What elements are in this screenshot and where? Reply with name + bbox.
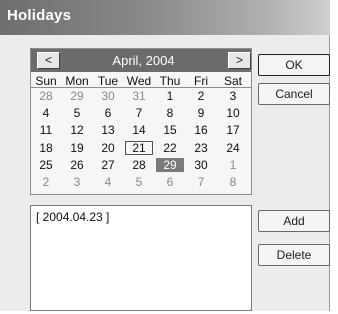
day-cell[interactable]: 3: [219, 89, 247, 103]
day-cell[interactable]: 4: [32, 106, 60, 120]
calendar-header: < April, 2004 >: [31, 49, 251, 72]
weekday-label: Sun: [35, 74, 57, 88]
day-cell[interactable]: 12: [63, 123, 91, 137]
day-cell[interactable]: 25: [32, 158, 60, 172]
chevron-left-icon: <: [44, 53, 52, 67]
month-calendar: < April, 2004 > Sun Mon Tue Wed Thu Fri Sat 28…: [30, 48, 252, 195]
holidays-dialog: Holidays < April, 2004 > Sun Mon Tue Wed Thu…: [0, 0, 330, 311]
day-cell[interactable]: 5: [125, 175, 153, 189]
window-title: Holidays: [7, 7, 72, 24]
month-label[interactable]: April, 2004: [71, 53, 216, 68]
weekday-label: Thu: [159, 74, 181, 88]
calendar-week-row: 2345678: [31, 175, 251, 189]
calendar-week-row: 11 12 13 14 15 16 17: [31, 123, 251, 137]
today-day-cell[interactable]: 21: [125, 140, 153, 155]
day-cell[interactable]: 1: [156, 89, 184, 103]
weekday-label: Fri: [194, 74, 208, 88]
day-cell[interactable]: 11: [32, 123, 60, 137]
delete-button[interactable]: Delete: [258, 244, 330, 266]
calendar-week-row: 4 5 6 7 8 9 10: [31, 106, 251, 120]
calendar-week-row: 28 29 30 31 1 2 3: [31, 89, 251, 103]
calendar-week-row: 18 19 20 21 22 23 24: [31, 140, 251, 155]
day-cell[interactable]: 7: [125, 106, 153, 120]
weekday-label: Tue: [97, 74, 119, 88]
day-cell[interactable]: 8: [156, 106, 184, 120]
selected-day-cell[interactable]: 29: [156, 157, 184, 172]
day-cell[interactable]: 20: [94, 141, 122, 155]
day-cell[interactable]: 31: [125, 89, 153, 103]
day-cell[interactable]: 29: [63, 89, 91, 103]
day-cell[interactable]: 28: [32, 89, 60, 103]
day-cell[interactable]: 28: [125, 158, 153, 172]
day-cell[interactable]: 9: [187, 106, 215, 120]
ok-button[interactable]: OK: [258, 54, 330, 76]
day-cell[interactable]: 3: [63, 175, 91, 189]
day-cell[interactable]: 1: [219, 158, 247, 172]
day-cell[interactable]: 23: [187, 141, 215, 155]
day-cell[interactable]: 6: [94, 106, 122, 120]
add-button[interactable]: Add: [258, 210, 330, 232]
day-cell[interactable]: 18: [32, 141, 60, 155]
next-month-button[interactable]: >: [228, 52, 251, 69]
day-cell[interactable]: 7: [187, 175, 215, 189]
day-cell[interactable]: 8: [219, 175, 247, 189]
prev-month-button[interactable]: <: [37, 52, 60, 69]
day-cell[interactable]: 2: [187, 89, 215, 103]
day-cell[interactable]: 5: [63, 106, 91, 120]
holiday-list[interactable]: [ 2004.04.23 ]: [30, 205, 252, 311]
day-cell[interactable]: 6: [156, 175, 184, 189]
weekday-label: Sat: [223, 74, 242, 88]
day-cell[interactable]: 10: [219, 106, 247, 120]
cancel-button[interactable]: Cancel: [258, 83, 330, 105]
day-cell[interactable]: 17: [219, 123, 247, 137]
day-cell[interactable]: 16: [187, 123, 215, 137]
weekday-label: Wed: [126, 74, 152, 88]
day-cell[interactable]: 30: [94, 89, 122, 103]
day-cell[interactable]: 27: [94, 158, 122, 172]
day-cell[interactable]: 13: [94, 123, 122, 137]
chevron-right-icon: >: [235, 53, 243, 67]
day-cell[interactable]: 15: [156, 123, 184, 137]
calendar-week-row: 25 26 27 28 29 30 1: [31, 157, 251, 172]
day-cell[interactable]: 14: [125, 123, 153, 137]
day-cell[interactable]: 26: [63, 158, 91, 172]
weekday-header-row: Sun Mon Tue Wed Thu Fri Sat: [31, 74, 251, 88]
title-bar[interactable]: Holidays: [0, 0, 330, 35]
day-cell[interactable]: 4: [94, 175, 122, 189]
day-cell[interactable]: 19: [63, 141, 91, 155]
day-cell[interactable]: 24: [219, 141, 247, 155]
list-item[interactable]: [ 2004.04.23 ]: [36, 210, 109, 224]
weekday-label: Mon: [65, 74, 89, 88]
day-cell[interactable]: 2: [32, 175, 60, 189]
day-cell[interactable]: 22: [156, 141, 184, 155]
day-cell[interactable]: 30: [187, 158, 215, 172]
